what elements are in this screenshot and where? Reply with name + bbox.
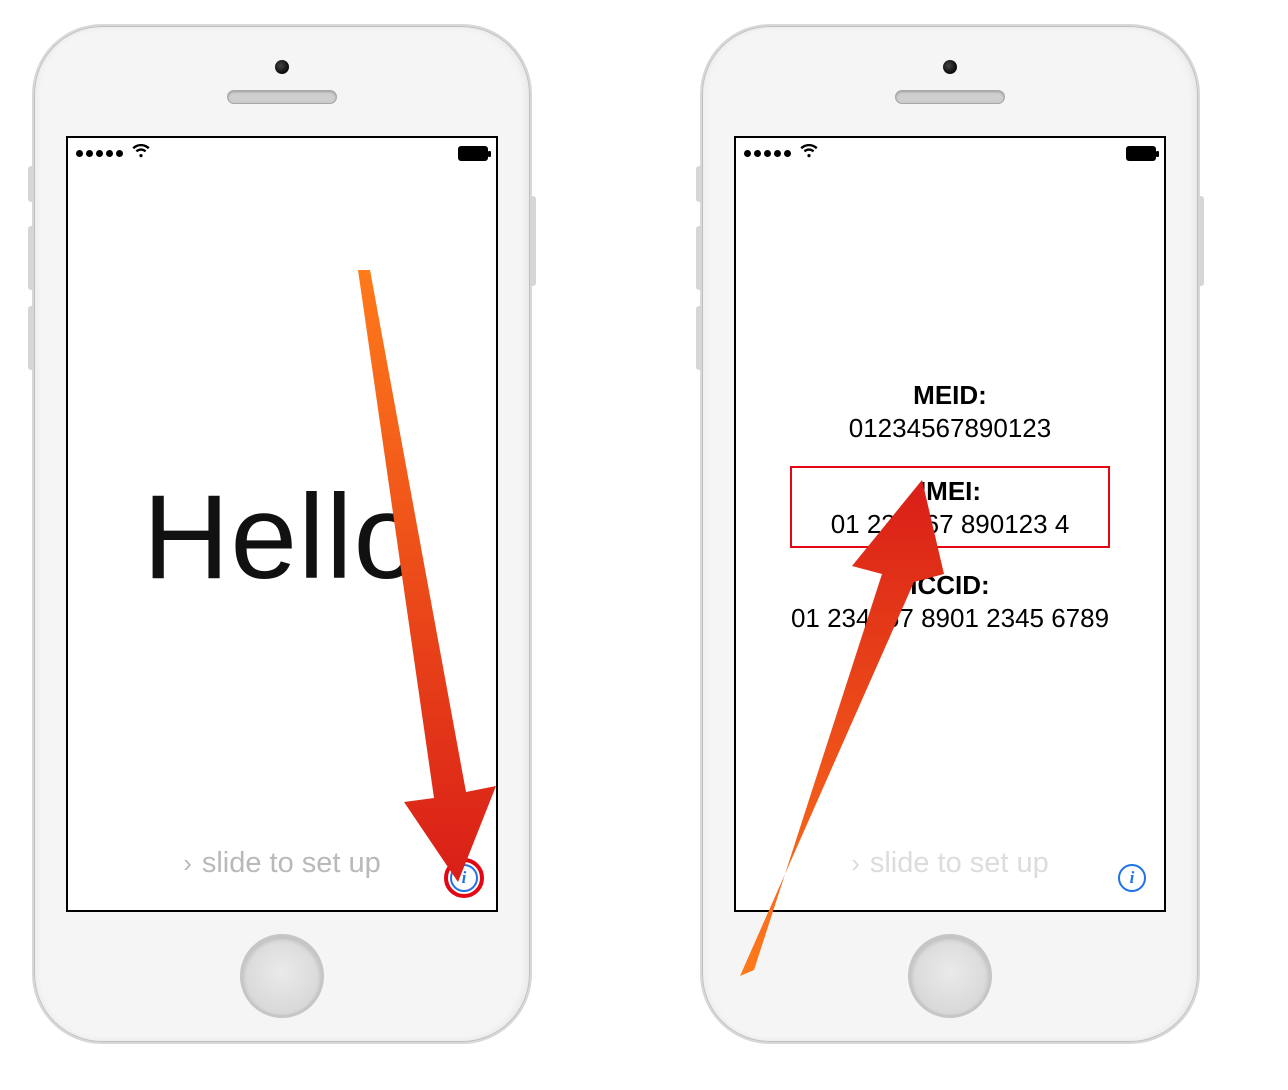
signal-indicator (76, 144, 150, 162)
iccid-label: ICCID: (736, 570, 1164, 601)
mute-switch (696, 166, 702, 202)
front-camera (275, 60, 289, 74)
power-button (1198, 196, 1204, 286)
device-info-panel: MEID: 01234567890123 IMEI: 01 234567 890… (736, 358, 1164, 656)
wifi-icon (800, 144, 818, 162)
info-icon: i (462, 868, 467, 888)
hello-greeting: Hello (68, 468, 496, 606)
mute-switch (28, 166, 34, 202)
battery-icon (1126, 146, 1156, 161)
home-button[interactable] (240, 934, 324, 1018)
info-button[interactable]: i (1118, 864, 1146, 892)
meid-block: MEID: 01234567890123 (736, 380, 1164, 444)
phone-frame-left: Hello › slide to set up i (32, 24, 532, 1044)
chevron-right-icon: › (183, 848, 192, 879)
status-bar (736, 138, 1164, 168)
power-button (530, 196, 536, 286)
imei-highlight-box: IMEI: 01 234567 890123 4 (790, 466, 1110, 548)
chevron-right-icon: › (851, 848, 860, 879)
home-button[interactable] (908, 934, 992, 1018)
volume-up-button (696, 226, 702, 290)
meid-value: 01234567890123 (736, 413, 1164, 444)
slide-text: slide to set up (870, 847, 1049, 880)
imei-label: IMEI: (798, 476, 1102, 507)
signal-indicator (744, 144, 818, 162)
volume-down-button (28, 306, 34, 370)
iccid-block: ICCID: 01 234567 8901 2345 6789 (736, 570, 1164, 634)
front-camera (943, 60, 957, 74)
meid-label: MEID: (736, 380, 1164, 411)
slide-to-setup[interactable]: › slide to set up (68, 847, 496, 880)
wifi-icon (132, 144, 150, 162)
screen-right: MEID: 01234567890123 IMEI: 01 234567 890… (734, 136, 1166, 912)
info-icon: i (1130, 868, 1135, 888)
earpiece-speaker (227, 90, 337, 104)
info-button[interactable]: i (450, 864, 478, 892)
slide-text: slide to set up (202, 847, 381, 880)
volume-down-button (696, 306, 702, 370)
iccid-value: 01 234567 8901 2345 6789 (736, 603, 1164, 634)
earpiece-speaker (895, 90, 1005, 104)
status-bar (68, 138, 496, 168)
slide-to-setup[interactable]: › slide to set up (736, 847, 1164, 880)
screen-left: Hello › slide to set up i (66, 136, 498, 912)
imei-value: 01 234567 890123 4 (798, 509, 1102, 540)
phone-frame-right: MEID: 01234567890123 IMEI: 01 234567 890… (700, 24, 1200, 1044)
volume-up-button (28, 226, 34, 290)
battery-icon (458, 146, 488, 161)
